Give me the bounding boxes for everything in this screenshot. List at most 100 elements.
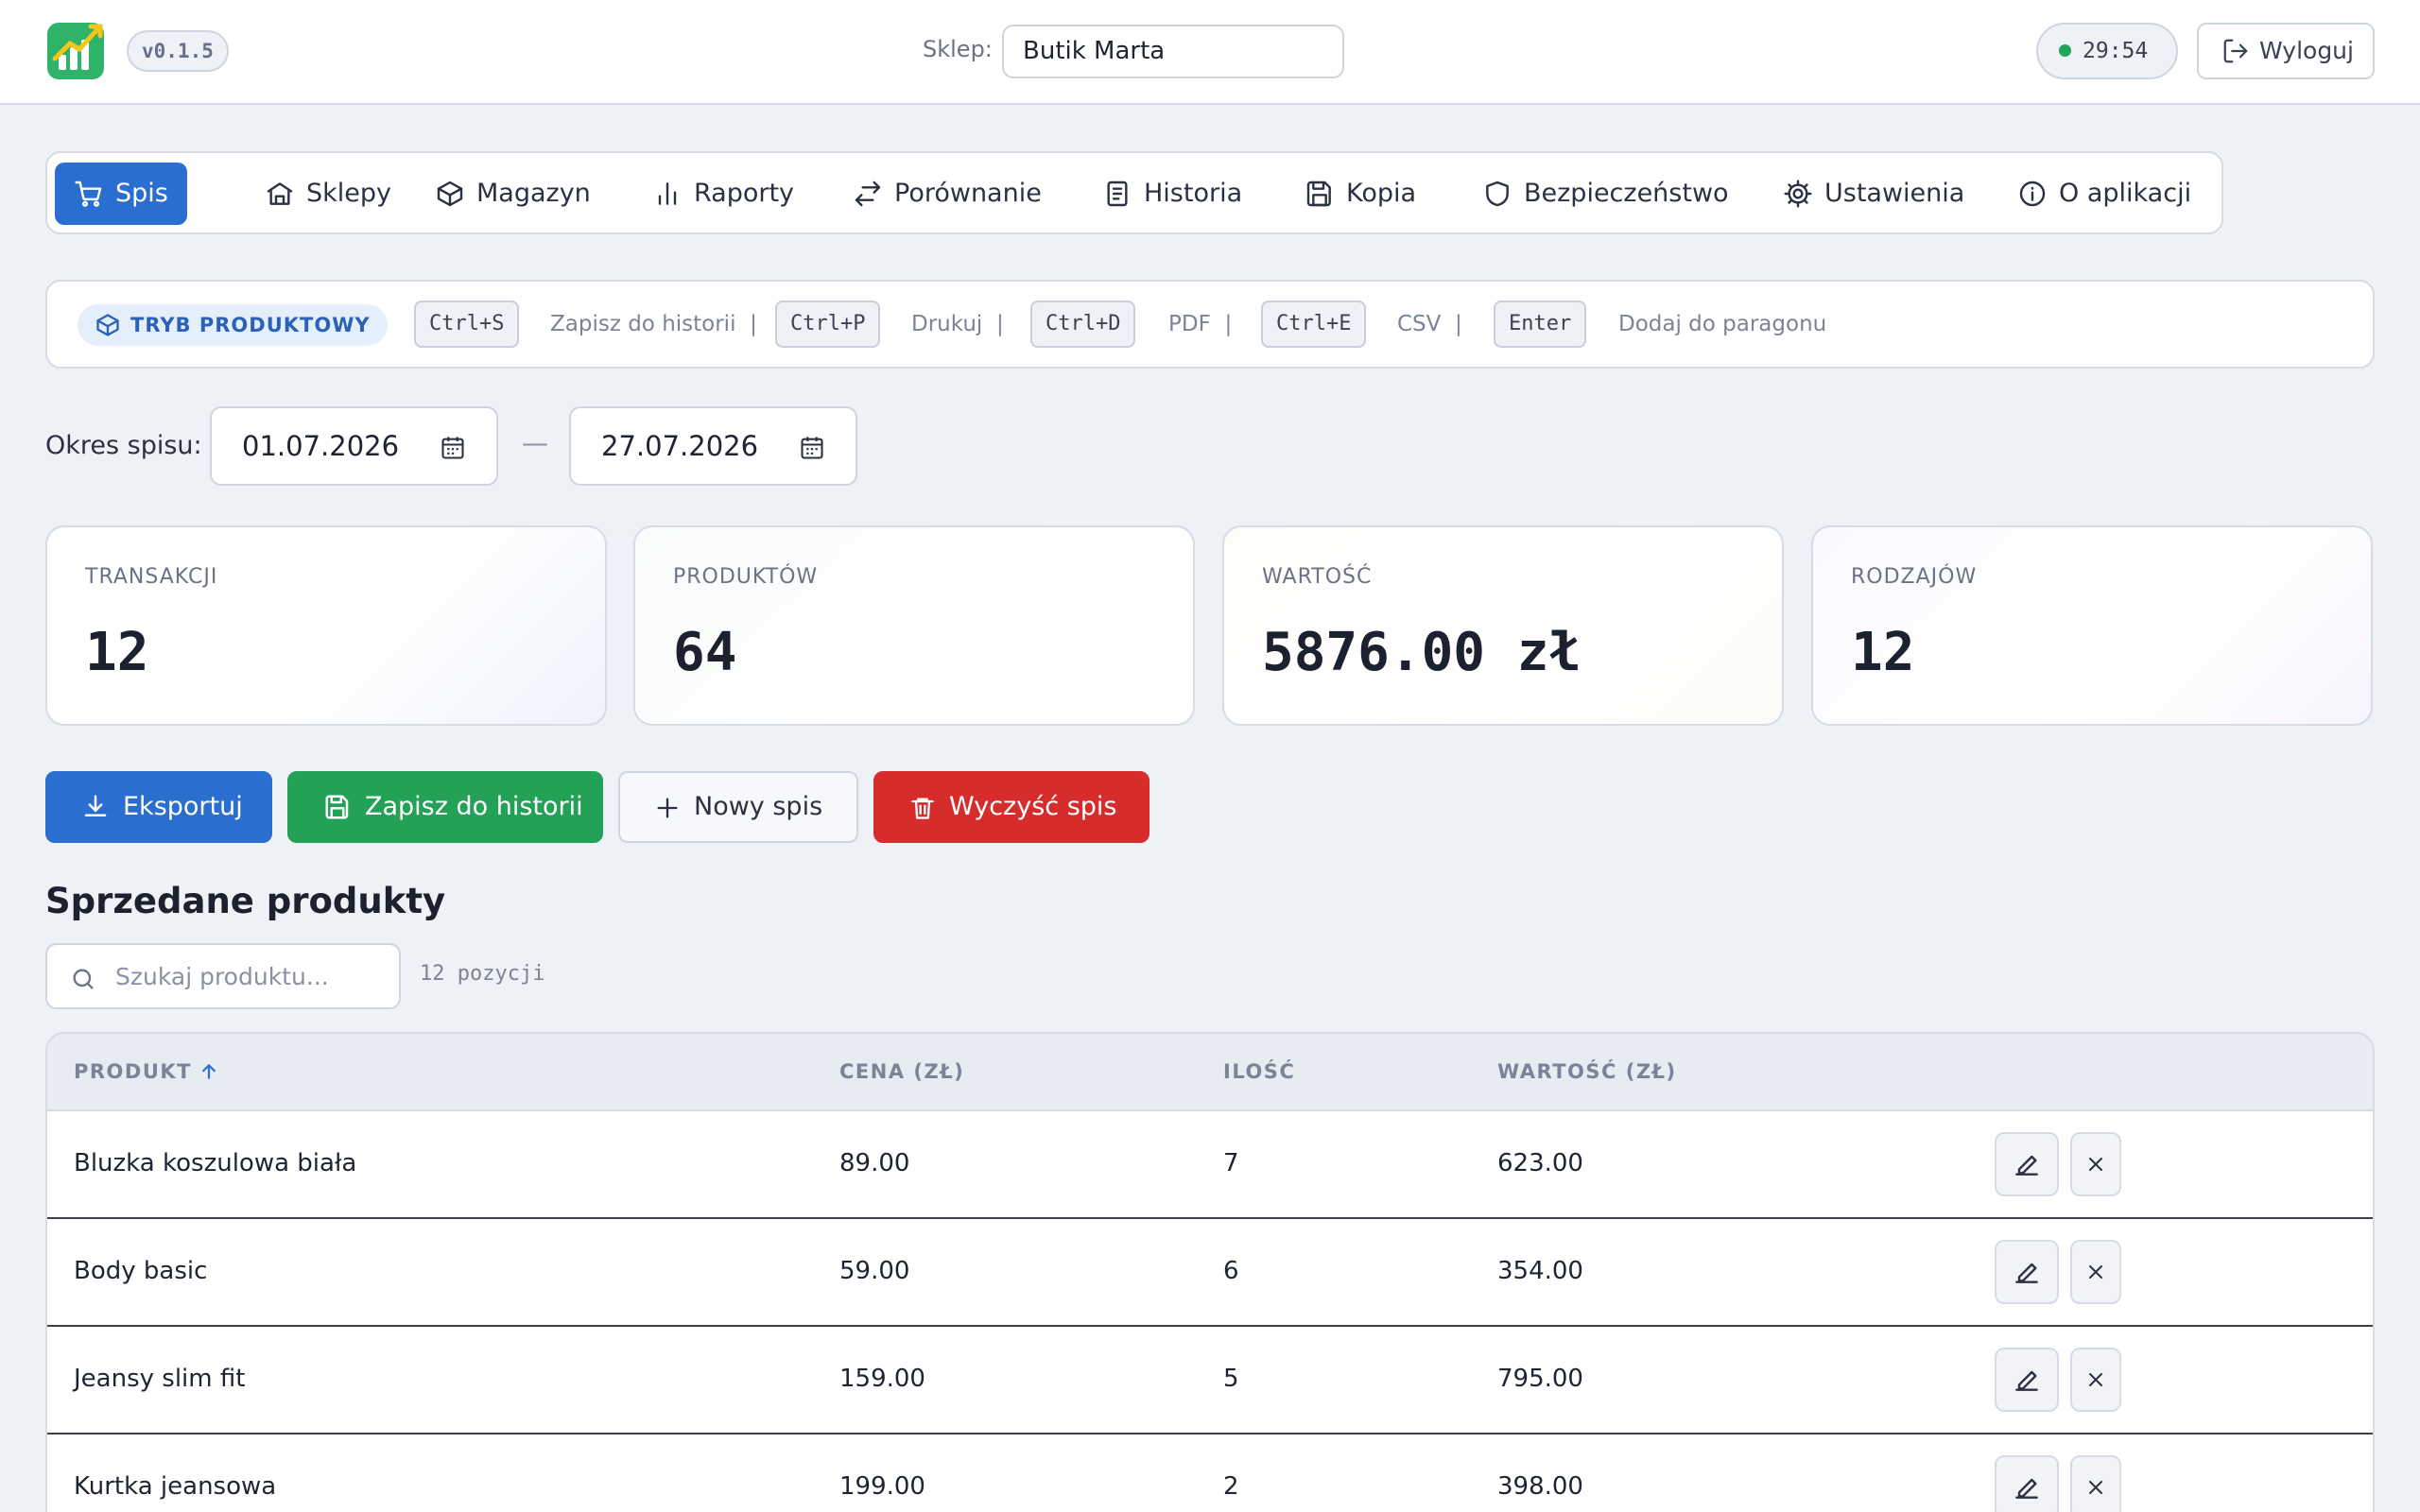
pencil-icon — [2015, 1370, 2038, 1391]
products-table: PRODUKT CENA (ZŁ) ILOŚĆ WARTOŚĆ (ZŁ) Blu… — [45, 1032, 2375, 1512]
clear-inventory-label: Wyczyść spis — [949, 792, 1117, 821]
close-icon — [2089, 1373, 2102, 1386]
delete-button[interactable] — [2070, 1455, 2121, 1512]
kbd-ctrl-p: Ctrl+P — [775, 301, 881, 348]
tab-raporty[interactable]: Raporty — [633, 163, 813, 225]
stat-value: 64 — [673, 622, 737, 683]
edit-button[interactable] — [1995, 1132, 2059, 1196]
date-to-input[interactable]: 27.07.2026 — [569, 406, 857, 486]
tab-label: Kopia — [1346, 179, 1417, 208]
status-dot-icon — [2059, 44, 2071, 57]
logout-button[interactable]: Wyloguj — [2197, 23, 2375, 79]
table-row: Body basic 59.00 6 354.00 — [47, 1219, 2373, 1327]
kbd-ctrl-s: Ctrl+S — [414, 301, 520, 348]
calendar-icon[interactable] — [440, 435, 466, 461]
shortcut-label: Drukuj | — [911, 312, 1004, 336]
download-icon — [84, 795, 107, 816]
edit-button[interactable] — [1995, 1348, 2059, 1412]
cell-product: Body basic — [74, 1257, 208, 1285]
kbd-ctrl-e: Ctrl+E — [1261, 301, 1367, 348]
table-header: PRODUKT CENA (ZŁ) ILOŚĆ WARTOŚĆ (ZŁ) — [47, 1034, 2373, 1111]
export-button[interactable]: Eksportuj — [45, 771, 272, 843]
close-icon — [2089, 1158, 2102, 1171]
cell-price: 59.00 — [839, 1257, 910, 1285]
cell-product: Jeansy slim fit — [74, 1365, 246, 1393]
tab-sklepy[interactable]: Sklepy — [246, 163, 410, 225]
tab-label: Historia — [1144, 179, 1243, 208]
new-inventory-button[interactable]: Nowy spis — [618, 771, 858, 843]
search-field[interactable] — [45, 943, 401, 1009]
tab-o-aplikacji[interactable]: O aplikacji — [1998, 163, 2210, 225]
column-header-qty[interactable]: ILOŚĆ — [1223, 1060, 1295, 1083]
date-from-input[interactable]: 01.07.2026 — [210, 406, 498, 486]
cell-qty: 5 — [1223, 1365, 1239, 1393]
tab-label: Bezpieczeństwo — [1524, 179, 1729, 208]
stat-value: 12 — [85, 622, 149, 683]
stat-label: WARTOŚĆ — [1262, 565, 1373, 589]
cell-value: 795.00 — [1497, 1365, 1583, 1393]
calendar-icon[interactable] — [799, 435, 825, 461]
cell-qty: 7 — [1223, 1149, 1239, 1177]
cell-price: 89.00 — [839, 1149, 910, 1177]
tab-magazyn[interactable]: Magazyn — [416, 163, 610, 225]
top-bar: v0.1.5 Sklep: Butik Marta 29:54 Wyloguj — [0, 0, 2420, 105]
delete-button[interactable] — [2070, 1240, 2121, 1304]
tab-label: Porównanie — [894, 179, 1042, 208]
date-to-value: 27.07.2026 — [601, 430, 759, 462]
shortcut-label: Zapisz do historii | — [550, 312, 757, 336]
floppy-icon — [325, 795, 349, 819]
shop-label: Sklep: — [923, 36, 993, 62]
edit-button[interactable] — [1995, 1240, 2059, 1304]
pencil-icon — [2015, 1478, 2038, 1499]
close-icon — [2089, 1265, 2102, 1279]
new-inventory-label: Nowy spis — [694, 792, 823, 821]
sort-asc-icon — [202, 1064, 216, 1079]
tab-bezpieczenstwo[interactable]: Bezpieczeństwo — [1463, 163, 1748, 225]
pencil-icon — [2015, 1155, 2038, 1176]
tab-ustawienia[interactable]: Ustawienia — [1764, 163, 1983, 225]
column-header-price[interactable]: CENA (ZŁ) — [839, 1060, 964, 1083]
stat-card-kinds: RODZAJÓW 12 — [1811, 525, 2373, 726]
tab-kopia[interactable]: Kopia — [1286, 163, 1435, 225]
main-nav: Spis Sklepy Magazyn Raporty Porównanie H… — [45, 151, 2223, 234]
tab-label: Magazyn — [476, 179, 591, 208]
shop-select[interactable]: Butik Marta — [1002, 25, 1344, 78]
shortcut-label: PDF | — [1168, 312, 1233, 336]
tab-label: O aplikacji — [2059, 179, 2192, 208]
cell-price: 159.00 — [839, 1365, 925, 1393]
trash-icon — [911, 798, 934, 819]
kbd-ctrl-d: Ctrl+D — [1030, 301, 1136, 348]
export-label: Eksportuj — [123, 792, 243, 821]
stat-card-products: PRODUKTÓW 64 — [633, 525, 1195, 726]
stat-card-value: WARTOŚĆ 5876.00 zł — [1222, 525, 1784, 726]
pencil-icon — [2015, 1263, 2038, 1283]
tab-porownanie[interactable]: Porównanie — [834, 163, 1061, 225]
clear-inventory-button[interactable]: Wyczyść spis — [873, 771, 1150, 843]
delete-button[interactable] — [2070, 1348, 2121, 1412]
plus-icon — [657, 798, 678, 818]
table-row: Jeansy slim fit 159.00 5 795.00 — [47, 1327, 2373, 1435]
edit-button[interactable] — [1995, 1455, 2059, 1512]
column-header-value[interactable]: WARTOŚĆ (ZŁ) — [1497, 1060, 1677, 1083]
logout-label: Wyloguj — [2259, 37, 2354, 64]
tab-historia[interactable]: Historia — [1083, 163, 1261, 225]
mode-label: TRYB PRODUKTOWY — [130, 314, 371, 336]
tab-label: Raporty — [694, 179, 795, 208]
save-history-button[interactable]: Zapisz do historii — [287, 771, 603, 843]
tab-label: Spis — [115, 179, 168, 208]
delete-button[interactable] — [2070, 1132, 2121, 1196]
table-row: Bluzka koszulowa biała 89.00 7 623.00 — [47, 1111, 2373, 1219]
section-title: Sprzedane produkty — [45, 881, 446, 921]
version-badge: v0.1.5 — [127, 30, 229, 72]
cell-value: 354.00 — [1497, 1257, 1583, 1285]
mode-badge: TRYB PRODUKTOWY — [78, 304, 388, 346]
stat-label: TRANSAKCJI — [85, 565, 218, 589]
app-logo-icon — [45, 21, 106, 81]
tab-spis[interactable]: Spis — [55, 163, 187, 225]
stat-label: RODZAJÓW — [1851, 565, 1978, 589]
search-input[interactable] — [115, 956, 389, 996]
shield-icon — [1486, 180, 1509, 207]
column-header-product[interactable]: PRODUKT — [74, 1060, 218, 1083]
shortcut-label: CSV | — [1397, 312, 1462, 336]
save-history-label: Zapisz do historii — [365, 792, 583, 821]
